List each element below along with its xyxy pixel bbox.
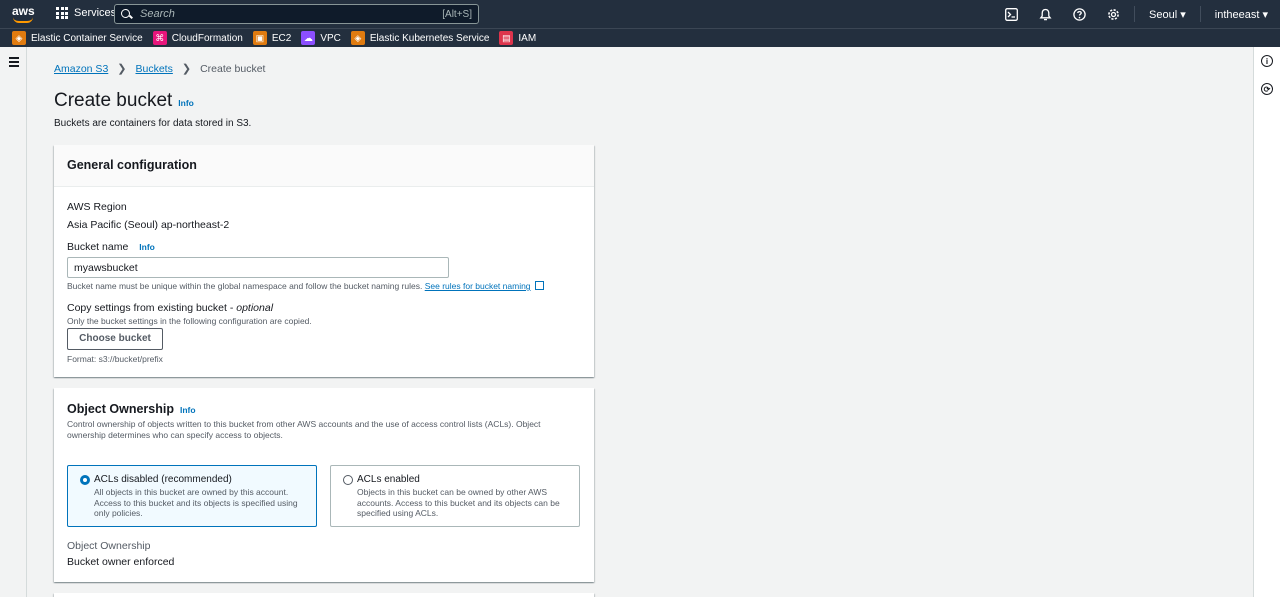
bucket-name-label: Bucket name Info xyxy=(67,241,155,253)
chevron-right-icon: ❯ xyxy=(117,63,127,75)
bucket-name-label-text: Bucket name xyxy=(67,241,129,253)
page-description: Buckets are containers for data stored i… xyxy=(54,118,252,129)
bell-icon[interactable] xyxy=(1038,7,1052,21)
favorite-elastic-kubernetes-service[interactable]: ◈ Elastic Kubernetes Service xyxy=(350,31,490,45)
favorite-elastic-container-service[interactable]: ◈ Elastic Container Service xyxy=(12,31,143,45)
breadcrumb-amazon-s3[interactable]: Amazon S3 xyxy=(54,63,108,75)
top-navigation-bar: aws Services Search [Alt+S] Seoul ▾ inth… xyxy=(0,0,1280,28)
services-label: Services xyxy=(74,7,117,19)
acls-disabled-description: All objects in this bucket are owned by … xyxy=(94,487,298,519)
favorite-label: Elastic Container Service xyxy=(31,32,143,44)
favorite-label: IAM xyxy=(518,32,537,44)
favorite-ec2[interactable]: ▣ EC2 xyxy=(252,31,292,45)
bucket-name-info-link[interactable]: Info xyxy=(139,242,155,252)
object-ownership-title-text: Object Ownership xyxy=(67,402,174,416)
object-ownership-description: Control ownership of objects written to … xyxy=(67,419,541,440)
chevron-right-icon: ❯ xyxy=(181,63,192,75)
acls-enabled-description: Objects in this bucket can be owned by o… xyxy=(357,487,560,519)
page-title-text: Create bucket xyxy=(54,90,173,111)
bucket-name-hint-text: Bucket name must be unique within the gl… xyxy=(67,281,423,291)
object-ownership-result-label: Object Ownership xyxy=(67,540,151,552)
aws-logo[interactable]: aws xyxy=(12,4,35,23)
account-menu[interactable]: intheeast ▾ xyxy=(1215,8,1268,21)
top-nav-actions: Seoul ▾ intheeast ▾ xyxy=(984,0,1280,28)
object-ownership-info-link[interactable]: Info xyxy=(180,405,196,415)
favorite-cloudformation[interactable]: ⌘ CloudFormation xyxy=(152,31,243,45)
services-menu-button[interactable]: Services xyxy=(56,7,116,19)
search-input[interactable]: Search [Alt+S] xyxy=(114,4,479,24)
bucket-naming-rules-link[interactable]: See rules for bucket naming xyxy=(425,281,531,291)
acls-disabled-title: ACLs disabled (recommended) xyxy=(94,474,232,485)
acls-disabled-radio[interactable] xyxy=(80,475,90,485)
copy-settings-optional: optional xyxy=(236,302,274,314)
service-icon: ▣ xyxy=(252,31,267,45)
gear-icon[interactable] xyxy=(1106,7,1120,21)
cloudshell-icon[interactable] xyxy=(1004,7,1018,21)
search-icon xyxy=(121,8,132,20)
page-title: Create bucket Info xyxy=(54,90,194,112)
acls-enabled-option[interactable]: ACLs enabled Objects in this bucket can … xyxy=(330,465,580,527)
service-icon: ▤ xyxy=(499,31,514,45)
general-configuration-header: General configuration xyxy=(54,145,594,187)
general-configuration-panel: General configuration AWS Region Asia Pa… xyxy=(54,145,594,377)
format-hint: Format: s3://bucket/prefix xyxy=(67,354,163,364)
bucket-name-input[interactable] xyxy=(67,257,449,278)
breadcrumb: Amazon S3 ❯ Buckets ❯ Create bucket xyxy=(54,62,266,76)
search-shortcut: [Alt+S] xyxy=(442,8,472,20)
aws-region-value: Asia Pacific (Seoul) ap-northeast-2 xyxy=(67,219,230,231)
object-ownership-result-value: Bucket owner enforced xyxy=(67,556,175,568)
breadcrumb-current: Create bucket xyxy=(200,62,266,75)
breadcrumb-buckets[interactable]: Buckets xyxy=(136,63,173,75)
notifications-panel-icon[interactable]: ⟳ xyxy=(1261,83,1273,95)
favorite-label: CloudFormation xyxy=(171,32,243,44)
aws-region-label: AWS Region xyxy=(67,201,127,213)
external-link-icon xyxy=(534,281,544,290)
help-icon[interactable] xyxy=(1072,7,1086,21)
left-navigation-rail xyxy=(0,47,27,597)
right-tools-rail: i ⟳ xyxy=(1253,47,1280,597)
favorite-label: EC2 xyxy=(271,32,292,44)
page-info-link[interactable]: Info xyxy=(178,98,194,108)
acls-enabled-radio[interactable] xyxy=(343,475,353,485)
favorite-label: Elastic Kubernetes Service xyxy=(369,32,490,44)
service-icon: ☁ xyxy=(301,31,316,45)
object-ownership-panel: Object Ownership Info Control ownership o… xyxy=(54,388,594,582)
favorite-vpc[interactable]: ☁ VPC xyxy=(301,31,341,45)
next-panel-edge xyxy=(54,593,594,597)
favorite-label: VPC xyxy=(320,32,341,44)
region-selector[interactable]: Seoul ▾ xyxy=(1149,8,1186,21)
service-icon: ◈ xyxy=(12,31,26,45)
service-icon: ◈ xyxy=(350,31,365,45)
aws-logo-text: aws xyxy=(12,4,35,18)
favorites-bar: ◈ Elastic Container Service ⌘ CloudFormatio… xyxy=(0,28,1280,47)
search-placeholder: Search xyxy=(140,8,175,20)
choose-bucket-button[interactable]: Choose bucket xyxy=(67,328,163,350)
grid-icon xyxy=(56,7,68,19)
copy-settings-hint: Only the bucket settings in the followin… xyxy=(67,316,312,326)
acls-enabled-title: ACLs enabled xyxy=(357,474,420,485)
info-panel-icon[interactable]: i xyxy=(1261,55,1273,67)
object-ownership-title: Object Ownership Info xyxy=(67,402,196,416)
bucket-name-hint: Bucket name must be unique within the gl… xyxy=(67,281,544,291)
favorite-iam[interactable]: ▤ IAM xyxy=(499,31,536,45)
copy-settings-label-text: Copy settings from existing bucket - xyxy=(67,302,237,314)
acls-disabled-option[interactable]: ACLs disabled (recommended) All objects … xyxy=(67,465,317,527)
menu-icon[interactable] xyxy=(9,57,19,70)
service-icon: ⌘ xyxy=(152,31,167,45)
copy-settings-label: Copy settings from existing bucket - opt… xyxy=(67,302,273,314)
